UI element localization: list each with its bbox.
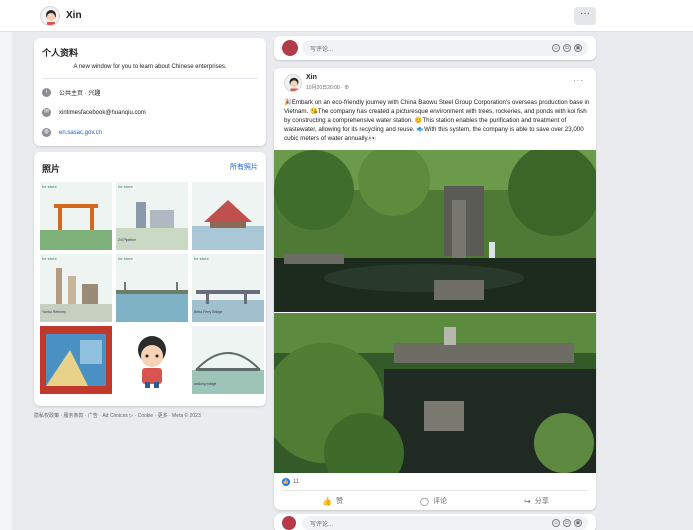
comment-placeholder: 写评论... xyxy=(310,47,334,53)
emoji-icon[interactable]: ☺ xyxy=(552,44,560,52)
photos-card: 照片 所有照片 for store for store Zili Pipelin… xyxy=(34,152,266,406)
page-avatar[interactable] xyxy=(40,6,60,26)
camera-icon[interactable]: ◘ xyxy=(563,519,571,527)
like-count: 11 xyxy=(293,479,300,485)
email-text[interactable]: xintimesfacebook@huanqiu.com xyxy=(59,110,146,116)
tile-label: for store xyxy=(118,184,133,189)
tile-caption: Beira Ferry Bridge xyxy=(194,310,223,314)
tile-caption: walking bridge xyxy=(194,382,217,386)
post-author-name[interactable]: Xin xyxy=(306,74,317,81)
website-row: ◍ en.sasac.gov.cn xyxy=(42,128,102,137)
photo-tile[interactable] xyxy=(116,326,188,394)
post-text: 🎉Embark on an eco-friendly journey with … xyxy=(284,99,590,142)
photo-tile[interactable]: for store Yanbu Refinery xyxy=(40,254,112,322)
comment-label: 评论 xyxy=(432,498,447,505)
divider xyxy=(42,78,258,79)
post-photo-2[interactable] xyxy=(274,313,596,473)
post-more-button[interactable]: ··· xyxy=(573,76,584,85)
more-options-button[interactable]: ··· xyxy=(574,7,596,25)
photo-tile[interactable]: for store Beira Ferry Bridge xyxy=(192,254,264,322)
profile-title: 个人资料 xyxy=(42,48,79,58)
left-margin xyxy=(0,32,12,530)
tile-label: for store xyxy=(42,256,57,261)
website-link[interactable]: en.sasac.gov.cn xyxy=(59,130,102,136)
emoji-icon[interactable]: ☺ xyxy=(552,519,560,527)
tile-label: for store xyxy=(42,184,57,189)
share-icon: ↪ xyxy=(524,496,531,506)
mail-icon: ✉ xyxy=(42,108,51,117)
tile-label: for store xyxy=(194,256,209,261)
commenter-avatar xyxy=(282,40,298,56)
email-row: ✉ xintimesfacebook@huanqiu.com xyxy=(42,108,146,117)
photos-title: 照片 xyxy=(42,164,61,174)
photo-grid: for store for store Zili Pipeline for st… xyxy=(40,182,264,394)
post-divider xyxy=(282,490,588,491)
category-text: 公共主页 · 兴趣 xyxy=(59,91,101,97)
globe-icon: ◍ xyxy=(42,128,51,137)
post-photo-1[interactable] xyxy=(274,150,596,312)
top-bar: Xin ··· xyxy=(0,0,693,32)
photo-tile[interactable]: walking bridge xyxy=(192,326,264,394)
thumb-up-icon: 👍 xyxy=(322,496,332,506)
comment-composer-bottom: 写评论... ☺ ◘ ▣ xyxy=(274,514,596,530)
tile-caption: Yanbu Refinery xyxy=(42,310,66,314)
photo-tile[interactable] xyxy=(40,326,112,394)
profile-description: A new window for you to learn about Chin… xyxy=(73,64,227,70)
info-icon: i xyxy=(42,88,51,97)
tile-label: for store xyxy=(118,256,133,261)
comment-placeholder: 写评论... xyxy=(310,522,334,528)
share-label: 分享 xyxy=(534,498,549,505)
comment-button[interactable]: ◯ 评论 xyxy=(420,496,447,506)
like-button[interactable]: 👍 赞 xyxy=(322,496,343,506)
photo-tile[interactable] xyxy=(192,182,264,250)
like-label: 赞 xyxy=(335,498,343,505)
comment-input[interactable]: 写评论... ☺ ◘ ▣ xyxy=(302,516,588,530)
like-icon: 👍 xyxy=(282,478,290,486)
photo-tile[interactable]: for store Zili Pipeline xyxy=(116,182,188,250)
profile-card: 个人资料 A new window for you to learn about… xyxy=(34,38,266,146)
photo-tile[interactable]: for store xyxy=(40,182,112,250)
post-date[interactable]: 10月20日20:00 · ⊕ xyxy=(306,84,349,91)
all-photos-link[interactable]: 所有照片 xyxy=(230,162,258,172)
comment-input[interactable]: 写评论... ☺ ◘ ▣ xyxy=(302,40,588,56)
share-button[interactable]: ↪ 分享 xyxy=(524,496,549,506)
camera-icon[interactable]: ◘ xyxy=(563,44,571,52)
gif-icon[interactable]: ▣ xyxy=(574,519,582,527)
photo-tile[interactable]: for store xyxy=(116,254,188,322)
comment-composer-top: 写评论... ☺ ◘ ▣ xyxy=(274,36,596,60)
comment-icon: ◯ xyxy=(420,496,429,506)
post-card: Xin 10月20日20:00 · ⊕ ··· 🎉Embark on an ec… xyxy=(274,68,596,510)
tile-caption: Zili Pipeline xyxy=(118,238,136,242)
gif-icon[interactable]: ▣ xyxy=(574,44,582,52)
like-summary[interactable]: 👍 11 xyxy=(282,478,299,486)
post-author-avatar[interactable] xyxy=(284,74,302,92)
page-name[interactable]: Xin xyxy=(66,10,82,21)
category-row: i 公共主页 · 兴趣 xyxy=(42,88,100,97)
footer-links[interactable]: 隐私权政策 · 服务条款 · 广告 · Ad Choices ▷ · Cooki… xyxy=(34,412,201,419)
commenter-avatar xyxy=(282,516,296,530)
